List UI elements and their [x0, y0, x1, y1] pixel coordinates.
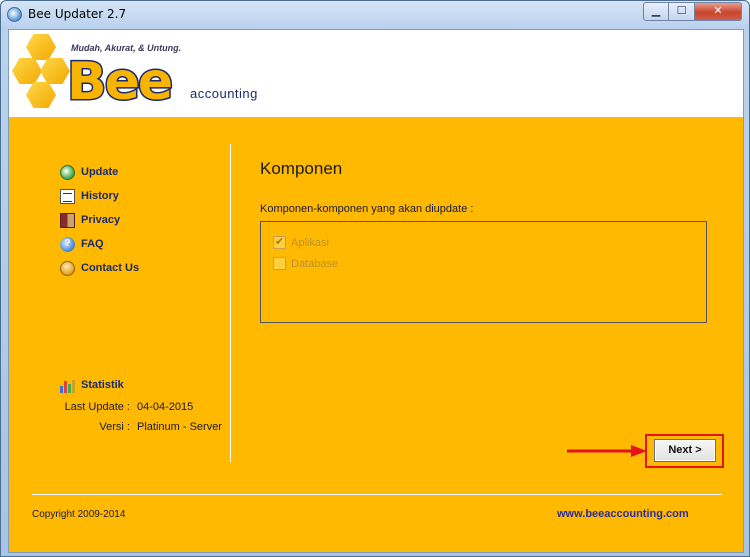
statistics-title: Statistik: [81, 379, 124, 391]
database-checkbox[interactable]: [273, 257, 286, 270]
logo-hex-icon: [12, 34, 72, 110]
next-button[interactable]: Next >: [654, 439, 716, 462]
sidebar-item-faq[interactable]: ? FAQ: [60, 236, 104, 252]
maximize-button[interactable]: ☐: [669, 2, 695, 21]
sidebar-item-privacy[interactable]: Privacy: [60, 212, 120, 228]
faq-icon: ?: [60, 236, 75, 252]
minimize-button[interactable]: ▁: [643, 2, 669, 21]
version-label: Versi :: [99, 421, 130, 433]
privacy-icon: [60, 212, 75, 228]
last-update-value: 04-04-2015: [137, 401, 194, 413]
copyright-text: Copyright 2009-2014: [32, 509, 126, 520]
component-label: Aplikasi: [291, 236, 329, 249]
sidebar-item-label: Update: [81, 166, 119, 178]
sidebar-item-label: Contact Us: [81, 262, 140, 274]
statistics-heading: Statistik: [60, 377, 124, 393]
sidebar-item-label: History: [81, 190, 119, 202]
logo-subtitle: accounting: [190, 86, 258, 101]
vertical-divider: [230, 144, 231, 462]
window-title: Bee Updater 2.7: [28, 7, 127, 21]
sidebar-item-label: FAQ: [81, 238, 104, 250]
history-icon: [60, 188, 75, 204]
client-area: Mudah, Akurat, & Untung. Bee accounting …: [8, 29, 744, 553]
component-label: Database: [291, 257, 339, 270]
last-update-label: Last Update :: [64, 401, 130, 413]
pointer-arrow-icon: [567, 445, 647, 457]
footer-divider: [32, 494, 722, 495]
app-icon: [7, 7, 22, 22]
component-list: ✔ Aplikasi Database: [260, 221, 707, 323]
bar-chart-icon: [60, 378, 75, 393]
close-button[interactable]: ✕: [695, 2, 742, 21]
sidebar-item-history[interactable]: History: [60, 188, 119, 204]
website-link[interactable]: www.beeaccounting.com: [557, 508, 689, 520]
update-icon: [60, 164, 75, 180]
aplikasi-checkbox[interactable]: ✔: [273, 236, 286, 249]
section-description: Komponen-komponen yang akan diupdate :: [260, 203, 474, 215]
page-title: Komponen: [260, 159, 343, 178]
contact-icon: [60, 260, 75, 276]
sidebar-item-contact[interactable]: Contact Us: [60, 260, 139, 276]
sidebar-item-label: Privacy: [81, 214, 121, 226]
version-value: Platinum - Server: [137, 421, 222, 433]
header-banner: Mudah, Akurat, & Untung. Bee accounting: [9, 30, 743, 117]
component-aplikasi[interactable]: ✔ Aplikasi: [273, 236, 329, 249]
sidebar-item-update[interactable]: Update: [60, 164, 118, 180]
title-bar[interactable]: Bee Updater 2.7 ▁ ☐ ✕: [1, 1, 749, 28]
logo-wordmark: Bee: [65, 51, 174, 114]
app-window: Bee Updater 2.7 ▁ ☐ ✕ Mudah, Akurat, & U…: [0, 0, 750, 557]
component-database[interactable]: Database: [273, 257, 338, 270]
